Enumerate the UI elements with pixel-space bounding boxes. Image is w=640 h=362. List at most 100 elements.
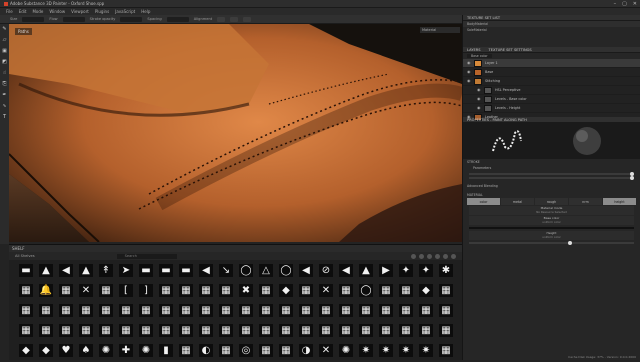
shelf-tile[interactable]: ▦ [97, 282, 115, 302]
shelf-tile[interactable]: ▦ [437, 282, 455, 302]
shelf-tile[interactable]: ◯ [237, 262, 255, 282]
shelf-tile[interactable]: ✺ [97, 342, 115, 362]
shelf-tile[interactable]: ▦ [337, 282, 355, 302]
spacing-field[interactable] [166, 16, 189, 22]
shelf-tile[interactable]: ✱ [437, 262, 455, 282]
shelf-tile[interactable]: ▦ [257, 342, 275, 362]
shelf-tile[interactable]: ] [137, 282, 155, 302]
shelf-tile[interactable]: ▦ [197, 282, 215, 302]
shelf-tile[interactable]: ▦ [37, 322, 55, 342]
visibility-eye-icon[interactable]: ◉ [467, 79, 471, 83]
shelf-tile[interactable]: ▬ [137, 262, 155, 282]
shelf-tile[interactable]: ◆ [37, 342, 55, 362]
visibility-eye-icon[interactable]: ◉ [467, 70, 471, 74]
visibility-eye-icon[interactable]: ◉ [477, 106, 481, 110]
shelf-tile[interactable]: ◆ [417, 282, 435, 302]
lazy-mouse-toggle[interactable] [243, 16, 252, 22]
shelf-tile[interactable]: ▲ [357, 262, 375, 282]
shelf-tile[interactable]: ▦ [17, 302, 35, 322]
shelf-tile[interactable]: ▦ [217, 282, 235, 302]
shelf-tile[interactable]: ✕ [317, 282, 335, 302]
shelf-search-input[interactable]: Search [116, 253, 177, 259]
shelf-tile[interactable]: ▦ [217, 322, 235, 342]
base-color-slider[interactable] [469, 227, 634, 229]
shelf-tile[interactable]: ▦ [37, 302, 55, 322]
visibility-eye-icon[interactable]: ◉ [477, 97, 481, 101]
text-icon[interactable]: T [2, 115, 7, 120]
layer-row[interactable]: ◉ Levels - Base color [463, 95, 640, 104]
shelf-tile[interactable]: ▲ [77, 262, 95, 282]
shelf-tile[interactable]: ▦ [377, 322, 395, 342]
shelf-tile[interactable]: ✷ [397, 342, 415, 362]
filter-icon[interactable] [435, 253, 440, 259]
shelf-tile[interactable]: ▦ [317, 302, 335, 322]
stroke-opacity-field[interactable] [120, 16, 143, 22]
channel-dropdown[interactable]: Base color [467, 54, 492, 58]
shelf-tile[interactable]: ◀ [57, 262, 75, 282]
shelf-tile[interactable]: ▦ [117, 322, 135, 342]
shelf-tile[interactable]: ▦ [237, 322, 255, 342]
filter-icon[interactable] [427, 253, 432, 259]
polygon-fill-icon[interactable]: ◩ [2, 60, 7, 65]
shelf-tile[interactable]: ▦ [57, 302, 75, 322]
texture-set-item[interactable]: SoleMaterial [463, 27, 640, 33]
shelf-tile[interactable]: ▦ [417, 302, 435, 322]
shelf-tile[interactable]: ▶ [377, 262, 395, 282]
shelf-tile[interactable]: ✕ [77, 282, 95, 302]
symmetry-toggle[interactable] [230, 16, 239, 22]
shelf-tile[interactable]: ♥ [57, 342, 75, 362]
tab-layers[interactable]: LAYERS [467, 48, 481, 52]
visibility-eye-icon[interactable]: ◉ [477, 88, 481, 92]
layer-row[interactable]: ◉ Stitching [463, 77, 640, 86]
shelf-category[interactable]: All Shelves [15, 254, 35, 258]
shelf-tile[interactable]: ◐ [197, 342, 215, 362]
shelf-tile[interactable]: ▦ [277, 342, 295, 362]
shelf-tile[interactable]: ▦ [177, 302, 195, 322]
shelf-tile[interactable]: ✷ [377, 342, 395, 362]
minimize-icon[interactable]: – [614, 1, 617, 7]
shelf-tile[interactable]: ▦ [337, 322, 355, 342]
shelf-tile[interactable]: ▦ [117, 302, 135, 322]
shelf-tile[interactable]: ⊘ [317, 262, 335, 282]
smudge-icon[interactable]: ☝ [2, 71, 7, 76]
path-icon[interactable]: ∿ [2, 104, 7, 109]
shelf-tile[interactable]: ▦ [357, 302, 375, 322]
shelf-tile[interactable]: ✺ [337, 342, 355, 362]
shelf-tile[interactable]: ▬ [17, 262, 35, 282]
channel-toggle-height[interactable]: height [603, 198, 636, 205]
shelf-tile[interactable]: 🔔 [37, 282, 55, 302]
shelf-tile[interactable]: ▦ [77, 302, 95, 322]
shelf-tile[interactable]: [ [117, 282, 135, 302]
shelf-tile[interactable]: ▦ [97, 322, 115, 342]
alignment-dropdown[interactable] [217, 16, 226, 22]
shelf-tile[interactable]: ▦ [97, 302, 115, 322]
shelf-tile[interactable]: ▦ [337, 302, 355, 322]
menu-help[interactable]: Help [141, 9, 150, 14]
3d-viewport[interactable]: Paths Material [9, 24, 462, 242]
filter-icon[interactable] [451, 253, 456, 259]
shelf-tile[interactable]: ↟ [97, 262, 115, 282]
shelf-tile[interactable]: ✕ [317, 342, 335, 362]
filter-icon[interactable] [411, 253, 416, 259]
shelf-tile[interactable]: ▦ [237, 302, 255, 322]
shelf-tile[interactable]: ✦ [417, 262, 435, 282]
shelf-tile[interactable]: ◑ [297, 342, 315, 362]
advanced-blending-section[interactable]: Advanced Blending [467, 184, 498, 188]
shelf-tile[interactable]: ✖ [237, 282, 255, 302]
shelf-tile[interactable]: ▲ [37, 262, 55, 282]
shelf-tile[interactable]: ◯ [357, 282, 375, 302]
menu-javascript[interactable]: JavaScript [115, 9, 135, 14]
layer-row[interactable]: ◉ HSL Perceptive [463, 86, 640, 95]
shelf-tile[interactable]: ▦ [197, 302, 215, 322]
shelf-tile[interactable]: ▦ [297, 302, 315, 322]
viewport-mode-dropdown[interactable]: Material [420, 27, 460, 33]
shelf-tile[interactable]: ▬ [177, 262, 195, 282]
base-color-field[interactable]: Base color uniform color [469, 216, 634, 225]
menu-mode[interactable]: Mode [32, 9, 43, 14]
shelf-tile[interactable]: ▦ [357, 322, 375, 342]
shelf-tile[interactable]: ↘ [217, 262, 235, 282]
shelf-tile[interactable]: ✷ [357, 342, 375, 362]
shelf-tile[interactable]: ▦ [157, 282, 175, 302]
shelf-tile[interactable]: ▦ [17, 322, 35, 342]
shelf-tile[interactable]: ▦ [157, 302, 175, 322]
